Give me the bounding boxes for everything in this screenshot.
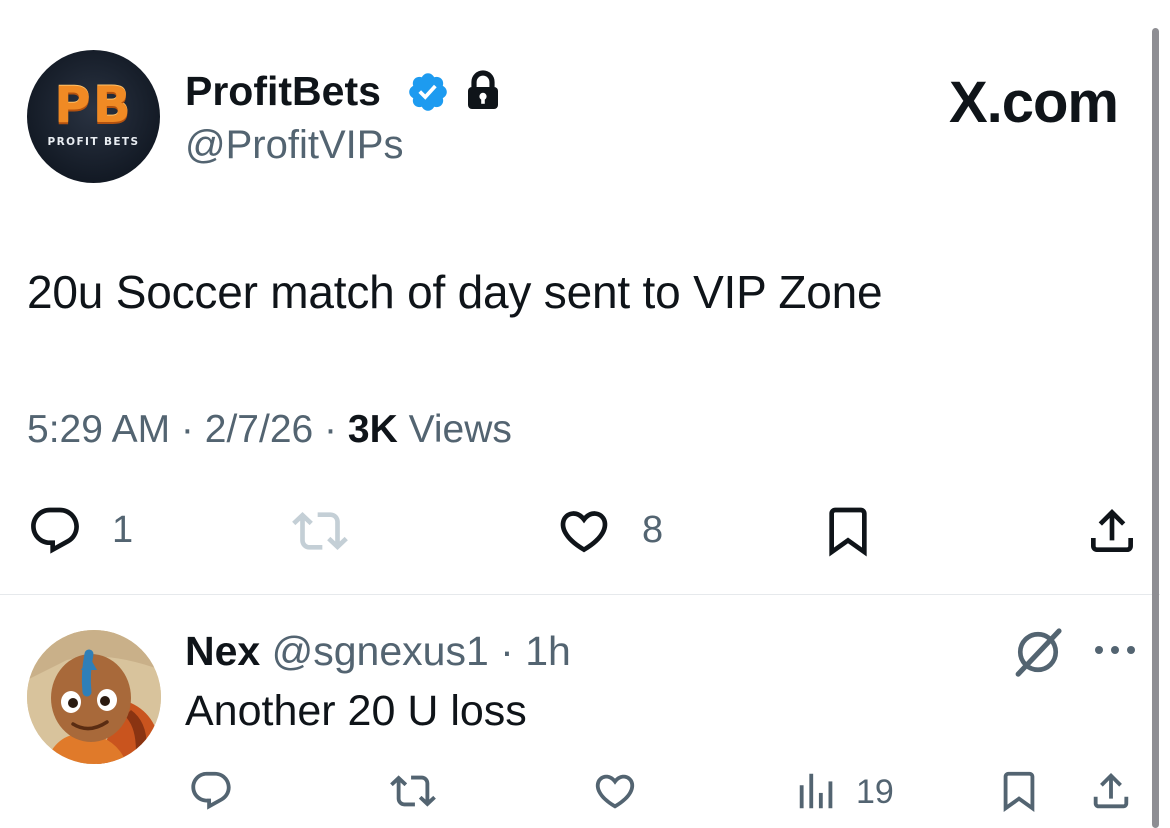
x-com-label: X.com: [948, 70, 1119, 135]
reply-author-name[interactable]: Nex: [185, 628, 260, 674]
reply-views-count: 19: [856, 773, 894, 811]
reply-count: 1: [112, 509, 134, 551]
tweet-text: 20u Soccer match of day sent to VIP Zone: [27, 266, 883, 318]
reply-retweet-icon[interactable]: [390, 768, 436, 814]
tweet-date[interactable]: 2/7/26: [205, 408, 313, 451]
reply-like-icon[interactable]: [592, 768, 638, 814]
lock-icon: [468, 70, 498, 109]
bookmark-icon[interactable]: [820, 503, 876, 559]
retweet-icon: [292, 512, 348, 550]
like-icon[interactable]: [556, 503, 612, 559]
tweet-divider: [0, 594, 1160, 595]
reply-share-icon[interactable]: [1088, 768, 1134, 814]
avatar-logo-subtitle: PROFIT BETS: [47, 136, 140, 148]
scrollbar[interactable]: [1152, 28, 1159, 828]
reply-separator: ·: [488, 628, 526, 674]
tweet-meta: 5:29 AM · 2/7/26 · 3K Views: [27, 405, 512, 455]
reply-author-handle[interactable]: @sgnexus1: [272, 628, 489, 674]
reply-bookmark-icon[interactable]: [996, 768, 1042, 814]
reply-icon[interactable]: [27, 503, 83, 559]
grok-icon[interactable]: [1010, 624, 1066, 680]
like-count: 8: [642, 509, 664, 551]
reply-time[interactable]: 1h: [525, 628, 571, 674]
reply-avatar[interactable]: [27, 630, 161, 764]
meta-separator: ·: [170, 408, 205, 451]
reply-reply-icon[interactable]: [188, 768, 234, 814]
avatar-logo-mark: PB: [54, 76, 133, 134]
views-count: 3K: [347, 408, 398, 451]
avatar-illustration: [27, 630, 161, 764]
views-chart-icon[interactable]: [794, 768, 840, 814]
verified-badge-icon[interactable]: [406, 70, 450, 114]
share-icon[interactable]: [1084, 503, 1140, 559]
reply-text: Another 20 U loss: [185, 687, 527, 735]
views-label: Views: [397, 408, 512, 451]
more-options-icon[interactable]: [1090, 640, 1140, 660]
profitbets-avatar[interactable]: PB PROFIT BETS: [27, 50, 160, 183]
meta-separator: ·: [313, 408, 348, 451]
author-handle[interactable]: @ProfitVIPs: [185, 120, 403, 170]
tweet-time[interactable]: 5:29 AM: [27, 408, 170, 451]
x-com-watermark: X.com: [948, 70, 1119, 136]
reply-header: Nex @sgnexus1 · 1h: [185, 625, 571, 677]
author-display-name[interactable]: ProfitBets: [185, 66, 381, 116]
